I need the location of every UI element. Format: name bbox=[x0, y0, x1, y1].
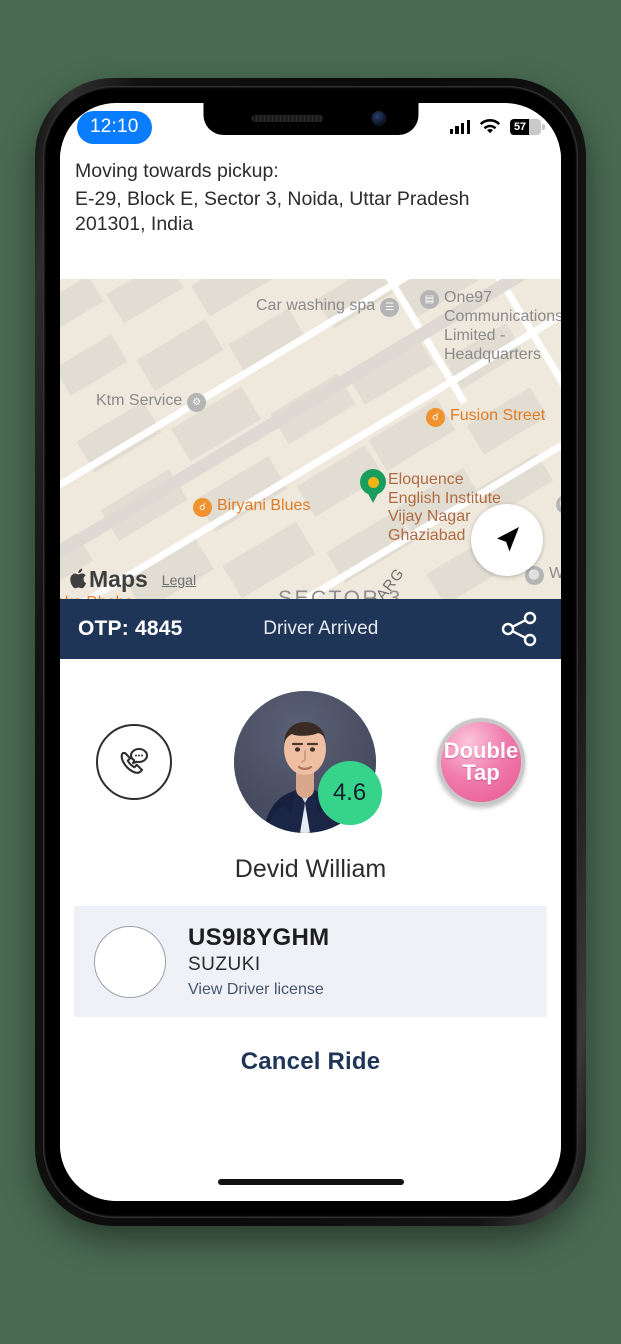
pickup-status-label: Moving towards pickup: bbox=[75, 160, 279, 182]
map-view[interactable]: VYAPAR MARG D FM ROAD Car washing spa☰ ▤… bbox=[60, 279, 561, 599]
driver-sheet: 4.6 Double Tap Devid William US9I8YGHM S… bbox=[60, 659, 561, 1201]
driver-name: Devid William bbox=[234, 855, 387, 883]
front-camera-icon bbox=[371, 111, 386, 126]
call-chat-icon[interactable] bbox=[96, 724, 172, 800]
driver-actions-row: 4.6 Double Tap bbox=[60, 659, 561, 833]
vehicle-make: SUZUKI bbox=[188, 954, 261, 975]
map-poi-car-washing-spa[interactable]: Car washing spa ☰ bbox=[256, 297, 400, 317]
share-icon[interactable] bbox=[499, 611, 539, 647]
driver-avatar-wrap[interactable]: 4.6 bbox=[233, 691, 382, 833]
map-poi-label: Wave Infrate bbox=[549, 565, 561, 582]
otp-code: OTP: 4845 bbox=[78, 617, 183, 640]
map-poi-label: One97 Communications Limited - Headquart… bbox=[444, 289, 561, 363]
double-tap-line2: Tap bbox=[462, 760, 500, 785]
vehicle-details: US9I8YGHM SUZUKI View Driver license bbox=[188, 924, 329, 999]
map-poi-label: Car washing spa bbox=[256, 297, 376, 314]
map-legal-link[interactable]: Legal bbox=[162, 572, 196, 588]
driver-rating-badge: 4.6 bbox=[317, 761, 382, 825]
wifi-icon bbox=[479, 119, 501, 134]
map-poi-biryani-blues[interactable]: ☌ Biryani Blues bbox=[193, 497, 310, 517]
phone-bezel: 12:10 57 Moving towards pickup: E-29, Bl… bbox=[43, 86, 578, 1218]
vehicle-thumbnail bbox=[94, 925, 166, 998]
map-attribution: Maps Legal bbox=[70, 566, 196, 593]
double-tap-line1: Double bbox=[443, 737, 519, 763]
phone-frame: 12:10 57 Moving towards pickup: E-29, Bl… bbox=[35, 78, 586, 1226]
map-poi-label: Fusion Street bbox=[450, 407, 546, 424]
status-indicators: 57 bbox=[449, 119, 545, 135]
pickup-address: E-29, Block E, Sector 3, Noida, Uttar Pr… bbox=[75, 187, 543, 236]
battery-icon: 57 bbox=[510, 119, 545, 135]
map-destination-pin-icon bbox=[360, 469, 386, 503]
phone-screen: 12:10 57 Moving towards pickup: E-29, Bl… bbox=[60, 103, 561, 1201]
navigation-arrow-icon[interactable] bbox=[471, 504, 543, 576]
map-poi-ktm-service[interactable]: Ktm Service ⚙ bbox=[96, 392, 207, 412]
pickup-header: Moving towards pickup: E-29, Block E, Se… bbox=[60, 151, 561, 250]
cellular-signal-icon bbox=[449, 120, 470, 134]
map-poi-fusion-street[interactable]: ☌ Fusion Street bbox=[426, 407, 545, 427]
map-poi-wave-infrate[interactable]: ⚪Wave Infrate bbox=[525, 565, 561, 585]
vehicle-info-card[interactable]: US9I8YGHM SUZUKI View Driver license bbox=[74, 906, 547, 1017]
apple-maps-logo: Maps bbox=[70, 566, 148, 593]
notch bbox=[203, 103, 418, 135]
vehicle-plate: US9I8YGHM bbox=[188, 924, 330, 951]
otp-bar: OTP: 4845 Driver Arrived bbox=[60, 599, 561, 659]
map-poi-label: Biryani Blues bbox=[217, 497, 311, 514]
pickup-address-line1: E-29, Block E, Sector 3, Noida, Uttar Pr… bbox=[75, 188, 470, 210]
map-poi-loanset[interactable]: ⚪loanset bbox=[556, 494, 561, 514]
double-tap-button[interactable]: Double Tap bbox=[437, 718, 525, 806]
screenshot-stage: 12:10 57 Moving towards pickup: E-29, Bl… bbox=[0, 0, 621, 1344]
map-area-label: SECTOR 3 bbox=[278, 587, 403, 599]
battery-percent: 57 bbox=[514, 121, 526, 133]
earpiece-speaker-icon bbox=[251, 115, 323, 122]
ride-status-label: Driver Arrived bbox=[263, 618, 379, 639]
map-poi-label: Ktm Service bbox=[96, 392, 183, 409]
status-time: 12:10 bbox=[77, 110, 152, 144]
cancel-ride-button[interactable]: Cancel Ride bbox=[60, 1017, 561, 1076]
pickup-address-line2: 201301, India bbox=[75, 212, 194, 235]
map-poi-one97[interactable]: ▤ One97 Communications Limited - Headqua… bbox=[420, 289, 561, 365]
apple-maps-label: Maps bbox=[89, 566, 148, 592]
home-indicator[interactable] bbox=[217, 1179, 404, 1185]
view-driver-license-link[interactable]: View Driver license bbox=[188, 981, 329, 999]
